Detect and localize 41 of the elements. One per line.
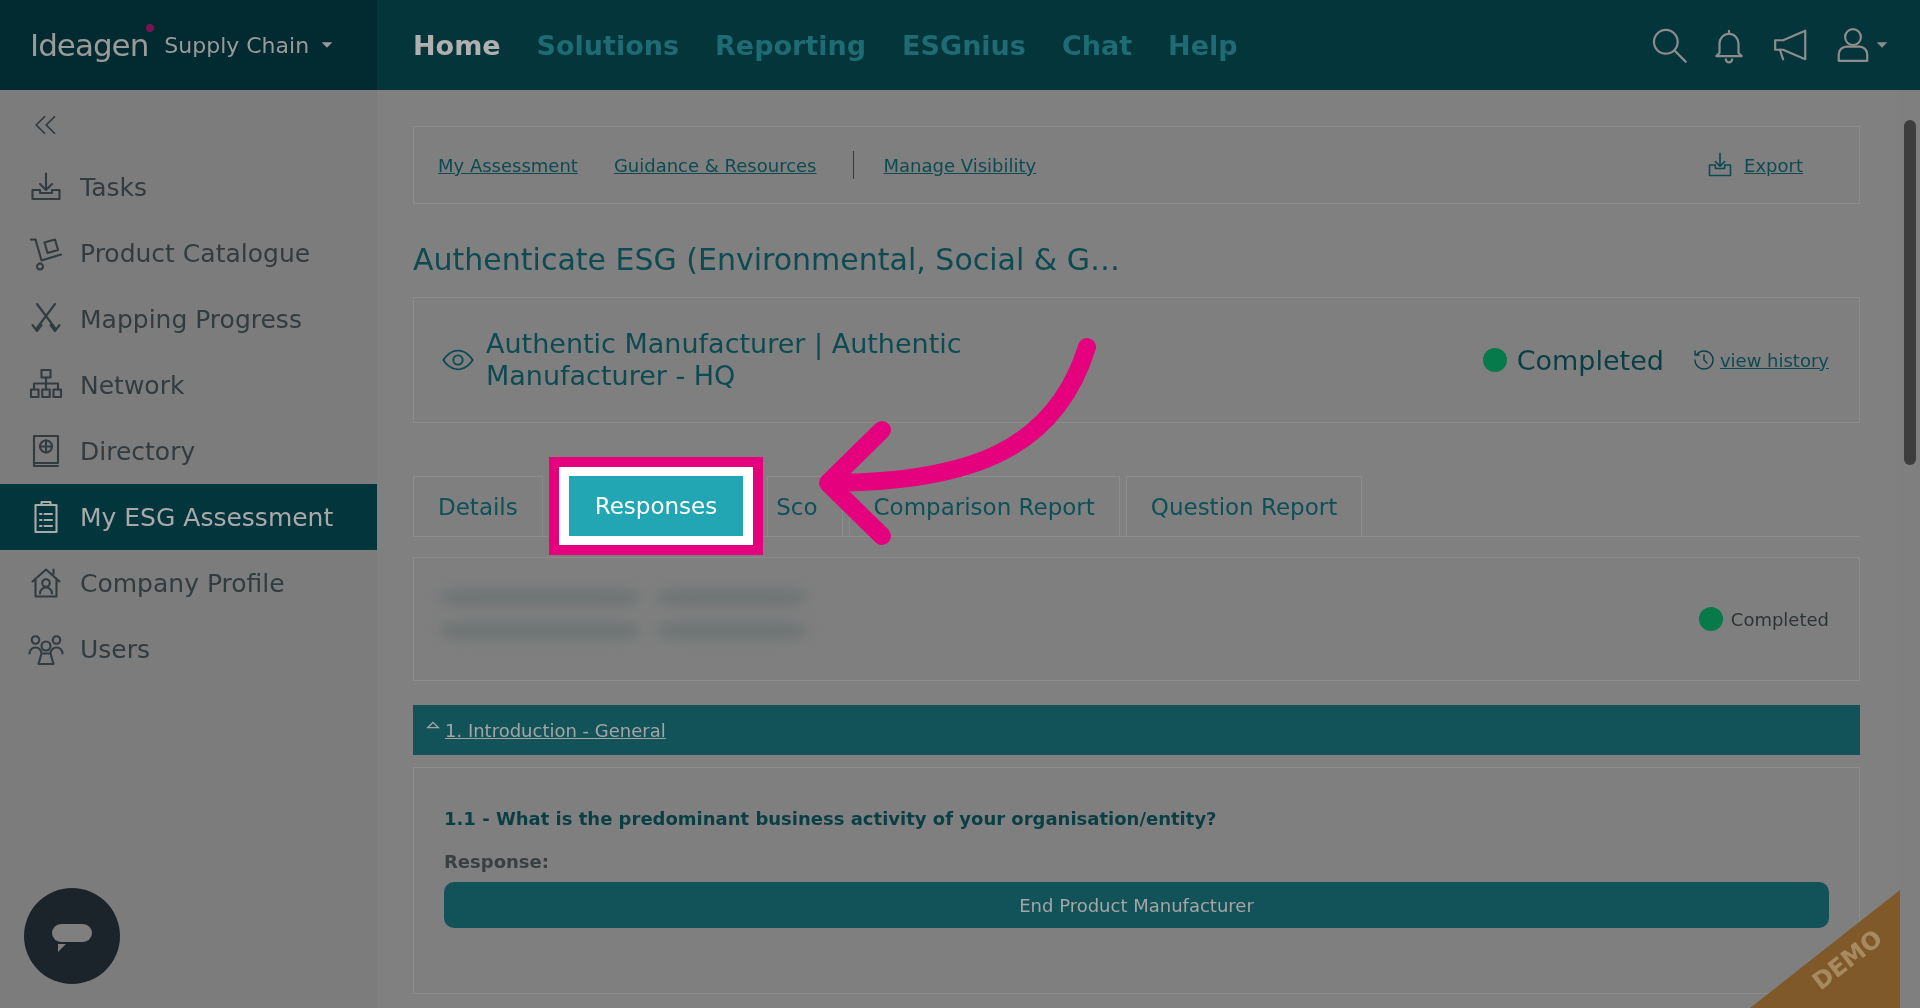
page-title: Authenticate ESG (Environmental, Social & G…: [413, 242, 1121, 277]
chat-button[interactable]: [24, 888, 120, 984]
sidebar-item[interactable]: Network: [0, 352, 377, 418]
status-dot: [1698, 607, 1723, 631]
nav-link[interactable]: Solutions: [536, 29, 680, 61]
history-link[interactable]: view history: [1719, 349, 1829, 371]
question-text: 1.1 - What is the predominant business activity of your organisation/entity?: [444, 808, 1218, 829]
nav-link[interactable]: Manage Visibility: [883, 154, 1037, 176]
nav-link[interactable]: Home: [413, 29, 501, 61]
scrollbar-thumb[interactable]: [1904, 120, 1916, 465]
logo-mark-icon: [146, 24, 155, 32]
house-person-icon: [28, 565, 64, 601]
sidebar-item[interactable]: Product Catalogue: [0, 220, 377, 286]
sidebar-item[interactable]: Users: [0, 616, 377, 682]
tab[interactable]: Details: [413, 476, 543, 536]
entity-name: Authentic Manufacturer | Authentic Manufacturer - HQ: [486, 328, 963, 392]
nav-link[interactable]: ESGnius: [902, 29, 1026, 61]
sidebar-item[interactable]: Mapping Progress: [0, 286, 377, 352]
sidebar-item[interactable]: Directory: [0, 418, 377, 484]
status-dot: [1482, 348, 1507, 372]
tab[interactable]: Responses: [568, 476, 744, 536]
product-switcher[interactable]: Supply Chain: [164, 32, 310, 58]
history-icon[interactable]: [1691, 348, 1716, 372]
nav-link[interactable]: Chat: [1061, 29, 1133, 61]
response-label: Response:: [444, 851, 550, 872]
export-link[interactable]: Export: [1744, 154, 1803, 176]
nav-link[interactable]: Guidance & Resources: [613, 154, 817, 176]
nav-link[interactable]: My Assessment: [438, 154, 578, 176]
sidebar-item[interactable]: Tasks: [0, 154, 377, 220]
sidebar-item[interactable]: Company Profile: [0, 550, 377, 616]
section-link[interactable]: 1. Introduction - General: [445, 719, 666, 741]
status-text: Completed: [1516, 344, 1664, 376]
tab[interactable]: Question Report: [1125, 476, 1363, 536]
status-text: Completed: [1730, 608, 1829, 630]
nav-link[interactable]: Reporting: [715, 29, 867, 61]
response-value: End Product Manufacturer: [444, 882, 1829, 928]
hand-truck-icon: [28, 235, 64, 271]
nav-link[interactable]: Help: [1168, 29, 1238, 61]
logo[interactable]: Ideagen: [30, 27, 149, 63]
sidebar-item[interactable]: My ESG Assessment: [0, 484, 377, 550]
search-icon[interactable]: [1650, 26, 1688, 64]
